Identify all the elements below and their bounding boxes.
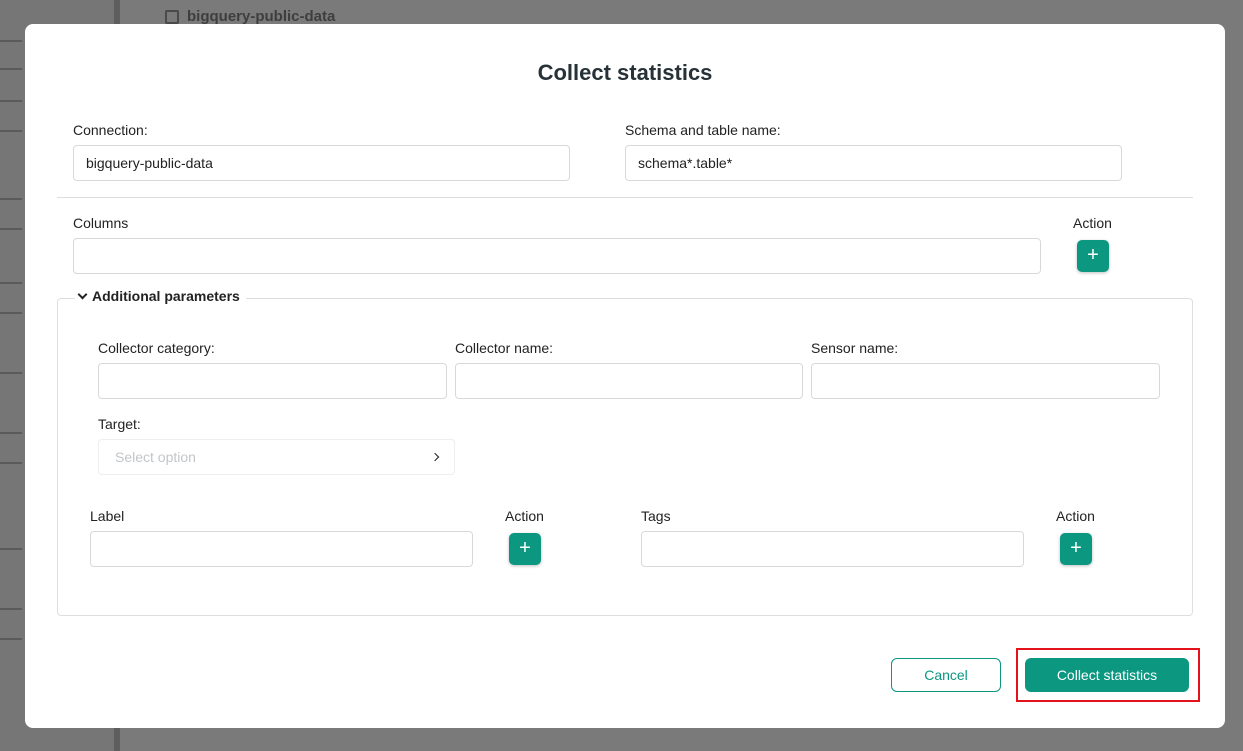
- chevron-right-icon: [430, 452, 440, 462]
- add-tag-button[interactable]: +: [1060, 533, 1092, 565]
- dialog-title: Collect statistics: [537, 60, 713, 85]
- background-tree-line: [0, 100, 22, 102]
- target-select[interactable]: Select option: [98, 439, 455, 475]
- background-tree-line: [0, 282, 22, 284]
- columns-input[interactable]: [73, 238, 1041, 274]
- background-breadcrumb: bigquery-public-data: [165, 8, 335, 25]
- collector-category-label: Collector category:: [98, 340, 215, 356]
- connection-input[interactable]: bigquery-public-data: [73, 145, 570, 181]
- schema-table-input[interactable]: schema*.table*: [625, 145, 1122, 181]
- additional-parameters-toggle[interactable]: Additional parameters: [75, 288, 246, 304]
- collector-category-input[interactable]: [98, 363, 447, 399]
- add-label-button[interactable]: +: [509, 533, 541, 565]
- checkbox-icon: [165, 9, 179, 24]
- connection-label: Connection:: [73, 122, 148, 138]
- sensor-name-label: Sensor name:: [811, 340, 899, 356]
- background-tree-line: [0, 130, 22, 132]
- plus-icon: +: [1070, 537, 1082, 559]
- add-column-button[interactable]: +: [1077, 240, 1109, 272]
- tags-action-label: Action: [1056, 508, 1095, 524]
- collector-name-input[interactable]: [455, 363, 803, 399]
- tags-field-label: Tags: [641, 508, 671, 524]
- plus-icon: +: [519, 537, 531, 559]
- label-field-label: Label: [90, 508, 125, 524]
- background-tree-line: [0, 40, 22, 42]
- background-tree-line: [0, 462, 22, 464]
- background-tree-line: [0, 432, 22, 434]
- columns-label: Columns: [73, 215, 129, 231]
- collector-name-label: Collector name:: [455, 340, 554, 356]
- sensor-name-input[interactable]: [811, 363, 1160, 399]
- columns-action-label: Action: [1073, 215, 1112, 231]
- label-action-label: Action: [505, 508, 544, 524]
- tags-input[interactable]: [641, 531, 1024, 567]
- background-tree-line: [0, 68, 22, 70]
- background-tree-line: [0, 228, 22, 230]
- chevron-down-icon: [77, 289, 88, 299]
- section-divider: [57, 197, 1193, 198]
- background-tree-line: [0, 198, 22, 200]
- background-tree-line: [0, 548, 22, 550]
- background-tree-line: [0, 372, 22, 374]
- label-input[interactable]: [90, 531, 473, 567]
- target-label: Target:: [98, 416, 141, 432]
- background-tree-line: [0, 312, 22, 314]
- schema-table-label: Schema and table name:: [625, 122, 781, 138]
- collect-statistics-button[interactable]: Collect statistics: [1025, 658, 1189, 692]
- cancel-button[interactable]: Cancel: [891, 658, 1001, 692]
- background-tree-line: [0, 638, 22, 640]
- plus-icon: +: [1087, 244, 1099, 266]
- collect-statistics-dialog: Collect statistics Connection: bigquery-…: [25, 24, 1225, 728]
- background-tree-line: [0, 608, 22, 610]
- target-placeholder: Select option: [115, 449, 196, 465]
